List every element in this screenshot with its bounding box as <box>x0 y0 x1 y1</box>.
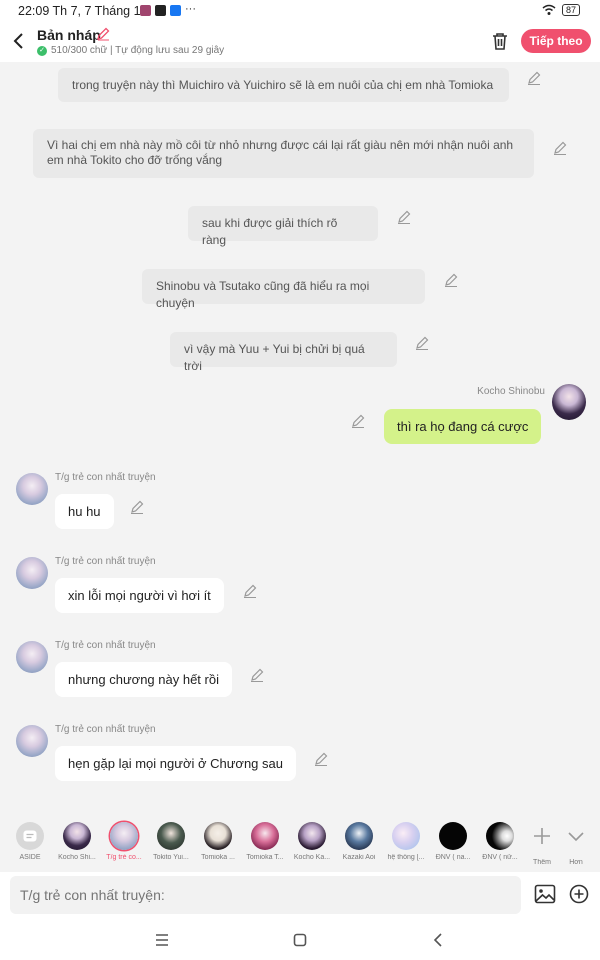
status-bar: 22:09 Th 7, 7 Tháng 12 ··· 87 <box>0 0 600 22</box>
word-count-label: 510/300 chữ | Tự động lưu sau 29 giây <box>51 45 225 56</box>
edit-icon[interactable] <box>553 141 567 155</box>
character-item[interactable]: Kocho Shi... <box>54 822 100 861</box>
narration-item[interactable]: sau khi được giải thích rõ ràng <box>188 206 378 247</box>
character-item[interactable]: Kocho Ka... <box>289 822 335 861</box>
edit-icon[interactable] <box>250 668 264 682</box>
character-label: Kazaki Aoi <box>342 854 376 861</box>
avatar <box>486 822 514 850</box>
check-icon: ✓ <box>37 45 47 56</box>
more-label: Hơn <box>569 859 583 866</box>
app-notification-icon <box>140 5 151 16</box>
character-label: ĐNV ( na... <box>435 854 471 861</box>
character-item[interactable]: Tokito Yui... <box>148 822 194 861</box>
avatar <box>439 822 467 850</box>
avatar[interactable] <box>16 557 48 589</box>
back-nav-icon[interactable] <box>430 930 446 950</box>
character-label: hệ thống [... <box>387 854 425 861</box>
sender-name: T/g trẻ con nhất truyện <box>55 556 156 567</box>
avatar[interactable] <box>552 384 586 420</box>
avatar <box>345 822 373 850</box>
avatar <box>298 822 326 850</box>
avatar <box>251 822 279 850</box>
avatar[interactable] <box>16 641 48 673</box>
character-label: ĐNV ( nữ... <box>482 854 518 861</box>
character-selector: ASIDE Kocho Shi... T/g trẻ co... Tokito … <box>0 818 600 870</box>
character-label: T/g trẻ co... <box>106 854 142 861</box>
add-circle-icon[interactable] <box>569 884 589 904</box>
next-button[interactable]: Tiếp theo <box>521 29 591 53</box>
character-item[interactable]: hệ thống [... <box>383 822 429 861</box>
sender-name: T/g trẻ con nhất truyện <box>55 724 156 735</box>
narration-item[interactable]: trong truyện này thì Muichiro và Yuichir… <box>58 68 509 102</box>
character-label: Tokito Yui... <box>153 854 189 861</box>
message-input[interactable] <box>10 876 521 914</box>
character-label: Kocho Shi... <box>58 854 96 861</box>
character-label: Kocho Ka... <box>293 854 331 861</box>
character-item-selected[interactable]: T/g trẻ co... <box>101 822 147 861</box>
edit-icon[interactable] <box>527 71 541 85</box>
system-nav-bar <box>0 920 600 960</box>
tiktok-icon <box>155 5 166 16</box>
message-bubble[interactable]: hu hu <box>55 494 114 529</box>
character-item[interactable]: ĐNV ( nữ... <box>477 822 523 861</box>
message-bubble[interactable]: hẹn gặp lại mọi người ở Chương sau <box>55 746 296 781</box>
character-item[interactable]: Tomioka ... <box>195 822 241 861</box>
edit-icon[interactable] <box>444 273 458 287</box>
sender-name: Kocho Shinobu <box>477 386 545 397</box>
message-bubble[interactable]: xin lỗi mọi người vì hơi ít <box>55 578 224 613</box>
chat-area[interactable]: trong truyện này thì Muichiro và Yuichir… <box>0 62 600 818</box>
editor-header: Bản nháp ✓ 510/300 chữ | Tự động lưu sau… <box>0 22 600 62</box>
sender-name: T/g trẻ con nhất truyện <box>55 640 156 651</box>
autosave-status: ✓ 510/300 chữ | Tự động lưu sau 29 giây <box>37 45 224 56</box>
narration-item[interactable]: Shinobu và Tsutako cũng đã hiểu ra mọi c… <box>142 269 425 310</box>
edit-icon[interactable] <box>351 414 365 428</box>
wifi-icon <box>542 4 556 15</box>
character-item[interactable]: Tomioka T... <box>242 822 288 861</box>
character-label: Tomioka ... <box>201 854 235 861</box>
edit-icon[interactable] <box>415 336 429 350</box>
aside-icon <box>16 822 44 850</box>
edit-icon[interactable] <box>243 584 257 598</box>
message-bubble[interactable]: thì ra họ đang cá cược <box>384 409 542 444</box>
avatar <box>392 822 420 850</box>
trash-icon[interactable] <box>491 31 509 51</box>
edit-icon[interactable] <box>130 500 144 514</box>
draft-title: Bản nháp <box>37 27 101 43</box>
avatar <box>63 822 91 850</box>
recent-apps-icon[interactable] <box>154 930 170 950</box>
avatar <box>157 822 185 850</box>
avatar <box>110 822 138 850</box>
notification-icons: ··· <box>140 3 196 16</box>
character-label: ASIDE <box>19 854 41 861</box>
composer <box>0 872 600 920</box>
narration-item[interactable]: vì vậy mà Yuu + Yui bị chửi bị quá trời <box>170 332 397 373</box>
more-notifications: ··· <box>185 3 196 15</box>
facebook-icon <box>170 5 181 16</box>
edit-title-icon[interactable] <box>96 27 110 41</box>
sender-name: T/g trẻ con nhất truyện <box>55 472 156 483</box>
plus-icon <box>534 828 550 844</box>
more-characters-button[interactable]: Hơn <box>553 822 599 866</box>
back-icon[interactable] <box>10 30 28 52</box>
narration-item[interactable]: Vì hai chị em nhà này mồ côi từ nhỏ nhưn… <box>33 129 534 178</box>
avatar[interactable] <box>16 473 48 505</box>
battery-indicator: 87 <box>561 4 580 16</box>
chevron-down-icon <box>568 832 584 842</box>
avatar <box>204 822 232 850</box>
edit-icon[interactable] <box>397 210 411 224</box>
image-icon[interactable] <box>534 884 556 904</box>
character-aside[interactable]: ASIDE <box>7 822 53 861</box>
home-icon[interactable] <box>292 930 308 950</box>
character-label: Tomioka T... <box>246 854 284 861</box>
edit-icon[interactable] <box>314 752 328 766</box>
character-item[interactable]: ĐNV ( na... <box>430 822 476 861</box>
status-time: 22:09 Th 7, 7 Tháng 12 <box>18 4 148 18</box>
message-bubble[interactable]: nhưng chương này hết rồi <box>55 662 232 697</box>
avatar[interactable] <box>16 725 48 757</box>
character-item[interactable]: Kazaki Aoi <box>336 822 382 861</box>
